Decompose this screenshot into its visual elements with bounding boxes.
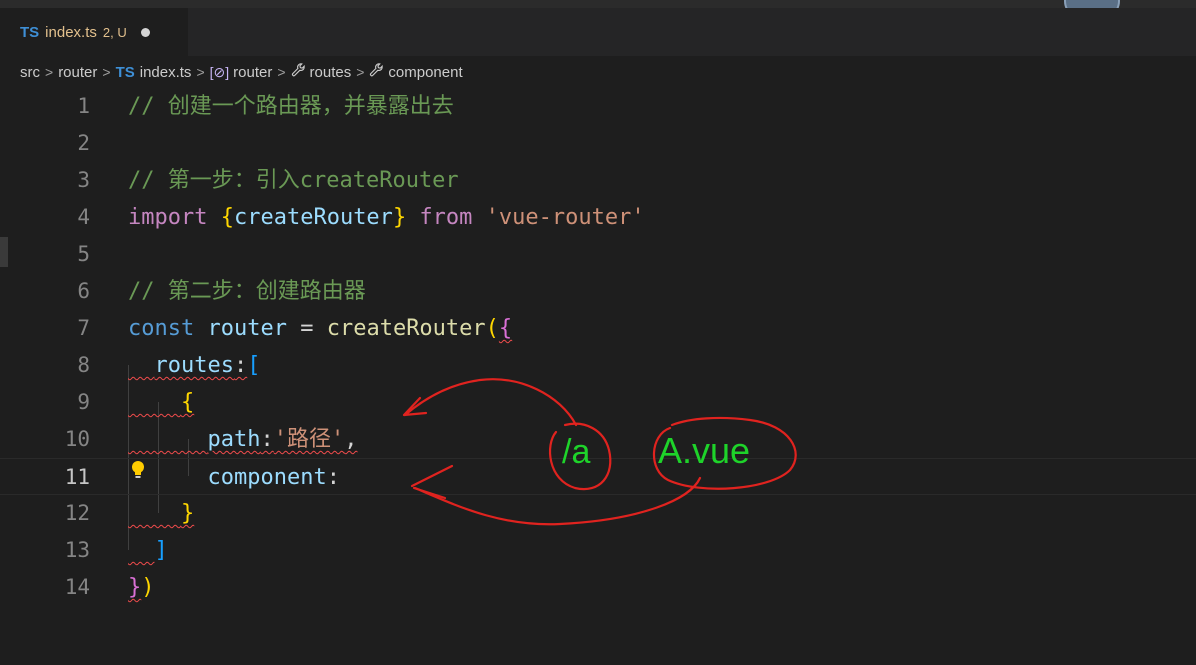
line-number: 9 [77, 390, 90, 414]
code-line[interactable]: 7 const router = createRouter({ [0, 310, 1196, 347]
code-keyword: const [128, 316, 195, 341]
code-line[interactable]: 9 { [0, 384, 1196, 421]
line-number: 1 [77, 94, 90, 118]
code-brace: { [180, 390, 195, 415]
wrench-icon [369, 62, 384, 82]
line-number: 3 [77, 168, 90, 192]
code-line[interactable]: 8 routes:[ [0, 347, 1196, 384]
tab-index-ts[interactable]: TS index.ts 2, U [0, 8, 188, 56]
typescript-icon: TS [115, 63, 135, 81]
code-string: 'vue-router' [485, 205, 645, 230]
code-comment: // 第一步：引入createRouter [128, 168, 459, 193]
line-number: 5 [77, 242, 90, 266]
code-brace: { [220, 205, 234, 230]
breadcrumb-router-symbol[interactable]: [⊘] router [210, 64, 273, 81]
code-line[interactable]: 14 }) [0, 569, 1196, 606]
line-number: 14 [64, 575, 90, 599]
code-line[interactable]: 4 import {createRouter} from 'vue-router… [0, 199, 1196, 236]
line-number: 12 [64, 501, 90, 525]
line-number: 2 [77, 131, 90, 155]
line-number: 8 [77, 353, 90, 377]
tab-status: 2, U [102, 24, 127, 40]
breadcrumb-separator: > [277, 64, 286, 80]
breadcrumb-separator: > [196, 64, 205, 80]
tab-bar: TS index.ts 2, U [0, 8, 1196, 56]
breadcrumb-src[interactable]: src [20, 64, 40, 81]
tab-file-name: index.ts [45, 23, 97, 41]
code-line[interactable]: 13 ] [0, 532, 1196, 569]
code-line[interactable]: 1 // 创建一个路由器，并暴露出去 [0, 88, 1196, 125]
variable-icon: [⊘] [209, 63, 230, 80]
annotation-text-component: A.vue [658, 430, 751, 471]
breadcrumb-separator: > [102, 64, 111, 80]
title-strip [0, 0, 1196, 8]
unsaved-dot-icon[interactable] [140, 27, 150, 37]
code-string: '路径' [273, 427, 345, 452]
breadcrumb-component[interactable]: component [369, 62, 463, 82]
lightbulb-icon[interactable] [131, 460, 145, 480]
breadcrumb-routes[interactable]: routes [291, 62, 351, 82]
code-line[interactable]: 10 path:'路径', [0, 421, 1196, 458]
code-brace: { [498, 316, 513, 341]
wrench-icon [291, 62, 306, 82]
line-number: 10 [64, 427, 90, 451]
code-bracket: [ [247, 353, 261, 378]
line-number: 13 [64, 538, 90, 562]
code-function: createRouter [326, 316, 486, 341]
code-comment: // 第二步：创建路由器 [128, 279, 366, 304]
code-brace: } [392, 205, 407, 230]
code-line-current[interactable]: 11 component: [0, 458, 1196, 495]
code-paren: ( [485, 316, 499, 341]
vscode-window: TS index.ts 2, U src > router > TS index… [0, 0, 1196, 665]
code-comment: // 创建一个路由器，并暴露出去 [128, 94, 454, 119]
line-number: 7 [77, 316, 90, 340]
code-editor[interactable]: 1 // 创建一个路由器，并暴露出去 2 3 // 第一步：引入createRo… [0, 88, 1196, 665]
line-number: 6 [77, 279, 90, 303]
code-property: path [207, 427, 261, 452]
code-identifier: createRouter [233, 205, 393, 230]
code-line[interactable]: 12 } [0, 495, 1196, 532]
code-line[interactable]: 6 // 第二步：创建路由器 [0, 273, 1196, 310]
code-brace: } [128, 575, 142, 600]
code-brace: } [180, 501, 195, 526]
code-property: component [207, 465, 327, 490]
line-number: 4 [77, 205, 90, 229]
breadcrumb-separator: > [45, 64, 54, 80]
code-bracket: ] [154, 538, 168, 563]
breadcrumb-router-folder[interactable]: router [58, 64, 97, 81]
breadcrumb-index-ts[interactable]: TS index.ts [116, 64, 192, 81]
code-line[interactable]: 3 // 第一步：引入createRouter [0, 162, 1196, 199]
code-line[interactable]: 2 [0, 125, 1196, 162]
code-line[interactable]: 5 [0, 236, 1196, 273]
code-paren: ) [141, 575, 155, 600]
code-identifier: router [207, 316, 287, 341]
breadcrumb-separator: > [356, 64, 365, 80]
breadcrumb: src > router > TS index.ts > [⊘] router … [0, 56, 1196, 88]
code-keyword: import [128, 205, 208, 230]
annotation-text-path: /a [562, 433, 591, 471]
code-property: routes [154, 353, 234, 378]
code-keyword: from [406, 205, 486, 230]
typescript-icon: TS [20, 23, 40, 41]
line-number: 11 [64, 465, 90, 489]
